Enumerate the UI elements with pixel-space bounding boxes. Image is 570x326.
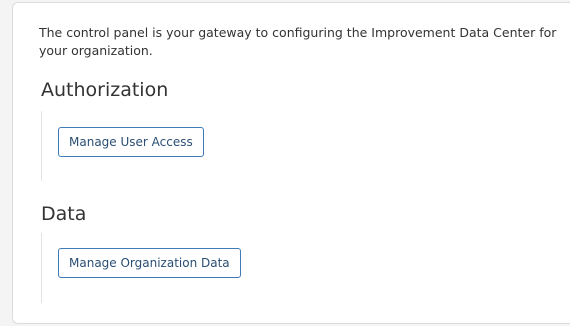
authorization-heading: Authorization [41, 79, 169, 101]
data-heading: Data [41, 203, 87, 225]
manage-organization-data-button[interactable]: Manage Organization Data [58, 248, 241, 278]
data-section: Manage Organization Data [41, 233, 542, 303]
control-panel: The control panel is your gateway to con… [12, 2, 570, 324]
manage-user-access-button[interactable]: Manage User Access [58, 127, 204, 157]
intro-text: The control panel is your gateway to con… [39, 25, 557, 58]
authorization-section: Manage User Access [41, 111, 542, 181]
